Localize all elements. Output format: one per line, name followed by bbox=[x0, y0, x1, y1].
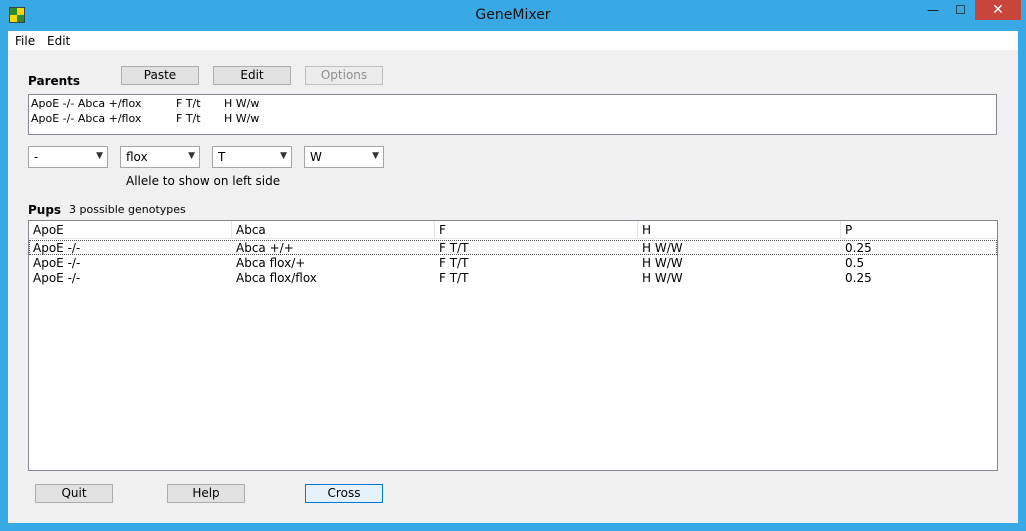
cell-abca: Abca +/+ bbox=[236, 241, 294, 255]
parent-h: H W/w bbox=[224, 97, 260, 110]
allele-select-value: W bbox=[310, 150, 322, 164]
cell-f: F T/T bbox=[439, 271, 469, 285]
allele-select-value: flox bbox=[126, 150, 148, 164]
quit-button[interactable]: Quit bbox=[35, 484, 113, 503]
cell-f: F T/T bbox=[439, 241, 469, 255]
close-icon[interactable]: ✕ bbox=[975, 0, 1021, 20]
parent-f: F T/t bbox=[176, 112, 201, 125]
column-header-abca[interactable]: Abca bbox=[236, 223, 266, 237]
column-header-p[interactable]: P bbox=[845, 223, 852, 237]
allele-select-f[interactable]: T ▼ bbox=[212, 146, 292, 168]
cell-h: H W/W bbox=[642, 241, 683, 255]
help-button[interactable]: Help bbox=[167, 484, 245, 503]
cell-h: H W/W bbox=[642, 256, 683, 270]
parent-row[interactable]: ApoE -/- Abca +/flox F T/t H W/w bbox=[31, 112, 991, 127]
client-area: File Edit Parents Paste Edit Options Apo… bbox=[8, 31, 1018, 523]
chevron-down-icon: ▼ bbox=[96, 151, 103, 161]
column-divider bbox=[434, 221, 435, 239]
cell-p: 0.25 bbox=[845, 271, 872, 285]
allele-caption: Allele to show on left side bbox=[126, 174, 281, 188]
parent-f: F T/t bbox=[176, 97, 201, 110]
title-bar[interactable]: GeneMixer — ☐ ✕ bbox=[0, 0, 1026, 31]
table-header: ApoE Abca F H P bbox=[29, 221, 997, 239]
allele-select-value: T bbox=[218, 150, 226, 164]
genotype-count: 3 possible genotypes bbox=[69, 203, 186, 216]
chevron-down-icon: ▼ bbox=[372, 151, 379, 161]
table-row[interactable]: ApoE -/- Abca flox/flox F T/T H W/W 0.25 bbox=[29, 270, 997, 285]
paste-button[interactable]: Paste bbox=[121, 66, 199, 85]
chevron-down-icon: ▼ bbox=[280, 151, 287, 161]
column-divider bbox=[840, 221, 841, 239]
column-header-f[interactable]: F bbox=[439, 223, 446, 237]
app-window: GeneMixer — ☐ ✕ File Edit Parents Paste … bbox=[0, 0, 1026, 531]
pups-label: Pups bbox=[28, 203, 62, 217]
menu-file[interactable]: File bbox=[15, 34, 35, 48]
parent-genotype: ApoE -/- Abca +/flox bbox=[31, 112, 142, 125]
options-button[interactable]: Options bbox=[305, 66, 383, 85]
edit-button[interactable]: Edit bbox=[213, 66, 291, 85]
parents-list[interactable]: ApoE -/- Abca +/flox F T/t H W/w ApoE -/… bbox=[28, 94, 997, 135]
allele-select-h[interactable]: W ▼ bbox=[304, 146, 384, 168]
parent-h: H W/w bbox=[224, 112, 260, 125]
column-divider bbox=[637, 221, 638, 239]
menu-edit[interactable]: Edit bbox=[47, 34, 70, 48]
column-divider bbox=[231, 221, 232, 239]
parent-genotype: ApoE -/- Abca +/flox bbox=[31, 97, 142, 110]
cell-p: 0.5 bbox=[845, 256, 865, 270]
cell-apoe: ApoE -/- bbox=[33, 271, 81, 285]
cross-button[interactable]: Cross bbox=[305, 484, 383, 503]
parent-row[interactable]: ApoE -/- Abca +/flox F T/t H W/w bbox=[31, 97, 991, 112]
menu-bar: File Edit bbox=[8, 31, 1018, 50]
cell-p: 0.25 bbox=[845, 241, 872, 255]
cell-f: F T/T bbox=[439, 256, 469, 270]
cell-abca: Abca flox/+ bbox=[236, 256, 306, 270]
minimize-icon[interactable]: — bbox=[919, 0, 947, 20]
pups-table[interactable]: ApoE Abca F H P ApoE -/- Abca +/+ F T/T … bbox=[28, 220, 998, 471]
allele-select-apoe[interactable]: - ▼ bbox=[28, 146, 108, 168]
window-title: GeneMixer bbox=[475, 7, 551, 23]
cell-apoe: ApoE -/- bbox=[33, 256, 81, 270]
maximize-icon[interactable]: ☐ bbox=[947, 0, 974, 20]
column-header-h[interactable]: H bbox=[642, 223, 651, 237]
cell-apoe: ApoE -/- bbox=[33, 241, 81, 255]
allele-select-value: - bbox=[34, 150, 39, 164]
allele-select-abca[interactable]: flox ▼ bbox=[120, 146, 200, 168]
table-row[interactable]: ApoE -/- Abca +/+ F T/T H W/W 0.25 bbox=[29, 240, 997, 255]
table-row[interactable]: ApoE -/- Abca flox/+ F T/T H W/W 0.5 bbox=[29, 255, 997, 270]
column-header-apoe[interactable]: ApoE bbox=[33, 223, 64, 237]
cell-h: H W/W bbox=[642, 271, 683, 285]
parents-label: Parents bbox=[28, 74, 81, 88]
cell-abca: Abca flox/flox bbox=[236, 271, 317, 285]
chevron-down-icon: ▼ bbox=[188, 151, 195, 161]
